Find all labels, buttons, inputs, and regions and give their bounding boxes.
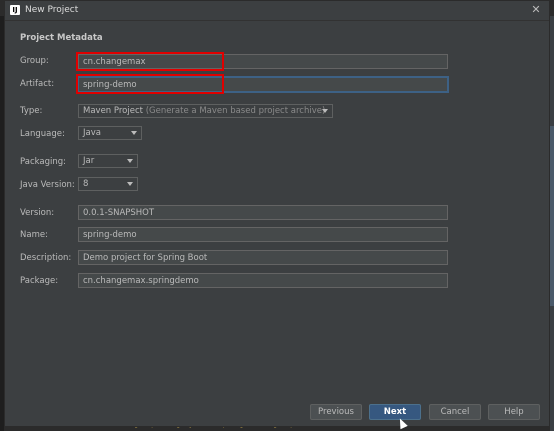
package-label: Package: bbox=[20, 276, 59, 286]
type-select-hint: (Generate a Maven based project archive) bbox=[145, 106, 326, 116]
package-field[interactable] bbox=[78, 273, 448, 288]
chevron-down-icon bbox=[131, 131, 137, 135]
cancel-button[interactable]: Cancel bbox=[429, 404, 481, 420]
name-label: Name: bbox=[20, 230, 48, 240]
packaging-label: Packaging: bbox=[20, 157, 67, 167]
version-label: Version: bbox=[20, 208, 55, 218]
group-label: Group: bbox=[20, 56, 49, 66]
language-select-value: Java bbox=[83, 128, 101, 138]
chevron-down-icon bbox=[127, 182, 133, 186]
next-button[interactable]: Next bbox=[369, 404, 421, 420]
java-version-label: Java Version: bbox=[20, 180, 75, 190]
group-field[interactable] bbox=[78, 54, 448, 69]
java-version-select-value: 8 bbox=[83, 179, 89, 189]
packaging-select[interactable]: Jar bbox=[78, 154, 138, 168]
language-select[interactable]: Java bbox=[78, 126, 142, 140]
description-field[interactable] bbox=[78, 250, 448, 265]
chevron-down-icon bbox=[127, 159, 133, 163]
help-button[interactable]: Help bbox=[488, 404, 540, 420]
window-title: New Project bbox=[25, 5, 79, 15]
language-label: Language: bbox=[20, 129, 65, 139]
intellij-app-icon: IJ bbox=[10, 5, 20, 15]
previous-button[interactable]: Previous bbox=[310, 404, 362, 420]
close-icon[interactable]: ✕ bbox=[529, 3, 543, 17]
chevron-down-icon bbox=[322, 109, 328, 113]
background-editor-right bbox=[550, 16, 554, 431]
name-field[interactable] bbox=[78, 227, 448, 242]
java-version-select[interactable]: 8 bbox=[78, 177, 138, 191]
new-project-dialog: IJ New Project ✕ Project Metadata Group:… bbox=[4, 0, 550, 427]
section-title: Project Metadata bbox=[20, 33, 103, 43]
packaging-select-value: Jar bbox=[83, 156, 95, 166]
description-label: Description: bbox=[20, 253, 72, 263]
type-select-value: Maven Project bbox=[83, 106, 143, 116]
type-label: Type: bbox=[20, 106, 43, 116]
type-select[interactable]: Maven Project (Generate a Maven based pr… bbox=[78, 104, 333, 118]
version-field[interactable] bbox=[78, 205, 448, 220]
title-bar[interactable]: IJ New Project ✕ bbox=[5, 1, 549, 21]
artifact-label: Artifact: bbox=[20, 79, 55, 89]
artifact-field[interactable] bbox=[78, 77, 448, 92]
